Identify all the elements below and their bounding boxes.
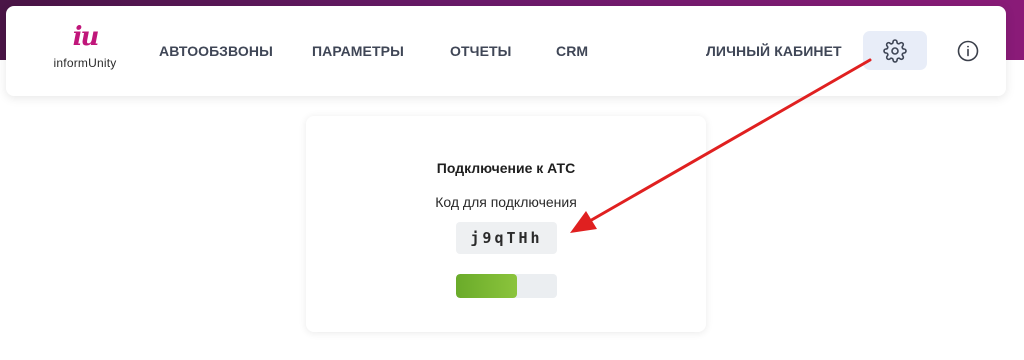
page: iu informUnity АВТООБЗВОНЫ ПАРАМЕТРЫ ОТЧ… bbox=[0, 0, 1024, 360]
nav-item-crm[interactable]: CRM bbox=[556, 43, 588, 59]
info-button[interactable] bbox=[957, 40, 979, 62]
gear-icon bbox=[883, 38, 907, 63]
top-navigation-bar: iu informUnity АВТООБЗВОНЫ ПАРАМЕТРЫ ОТЧ… bbox=[6, 6, 1006, 96]
pbx-connection-card: Подключение к АТС Код для подключения j9… bbox=[306, 116, 706, 332]
nav-item-parameters[interactable]: ПАРАМЕТРЫ bbox=[312, 43, 404, 59]
card-title: Подключение к АТС bbox=[436, 160, 576, 176]
nav-item-reports[interactable]: ОТЧЕТЫ bbox=[450, 43, 511, 59]
logo-mark: iu bbox=[72, 22, 100, 52]
progress-bar-fill bbox=[456, 274, 517, 298]
nav-item-autocalls[interactable]: АВТООБЗВОНЫ bbox=[159, 43, 273, 59]
connection-code-label: Код для подключения bbox=[435, 194, 577, 210]
settings-button[interactable] bbox=[863, 31, 927, 70]
logo-text: informUnity bbox=[53, 56, 117, 70]
progress-bar bbox=[456, 274, 557, 298]
logo[interactable]: iu informUnity bbox=[50, 24, 120, 78]
info-icon bbox=[957, 40, 979, 62]
connection-code[interactable]: j9qTHh bbox=[456, 222, 557, 254]
nav-item-personal-cabinet[interactable]: ЛИЧНЫЙ КАБИНЕТ bbox=[706, 43, 842, 59]
